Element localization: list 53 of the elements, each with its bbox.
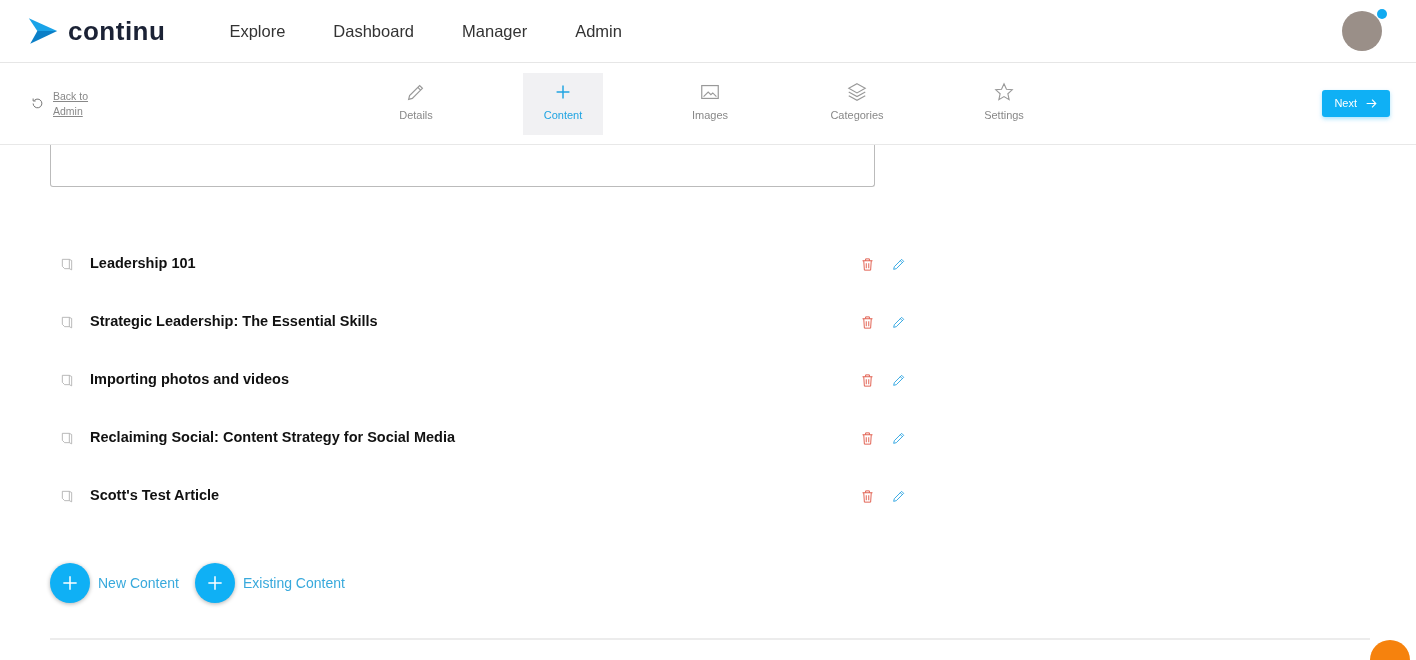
undo-icon[interactable] bbox=[30, 96, 45, 111]
delete-button[interactable] bbox=[860, 430, 875, 446]
delete-button[interactable] bbox=[860, 314, 875, 330]
content-title: Strategic Leadership: The Essential Skills bbox=[90, 312, 379, 332]
document-icon bbox=[60, 372, 74, 388]
step-tab[interactable]: Images bbox=[670, 72, 750, 135]
add-link[interactable]: Existing Content bbox=[242, 572, 345, 594]
nav-link[interactable]: Admin bbox=[575, 18, 622, 44]
text-area-field[interactable] bbox=[50, 145, 875, 187]
star-icon bbox=[993, 80, 1015, 103]
document-icon bbox=[60, 430, 74, 446]
edit-button[interactable] bbox=[891, 488, 907, 504]
add-button[interactable] bbox=[50, 563, 90, 603]
back-link[interactable]: Back to Admin bbox=[53, 88, 113, 119]
add-link[interactable]: New Content bbox=[98, 572, 179, 594]
trash-icon bbox=[860, 256, 875, 272]
edit-button[interactable] bbox=[891, 256, 907, 272]
step-tab[interactable]: Categories bbox=[817, 72, 897, 135]
delete-button[interactable] bbox=[860, 256, 875, 272]
document-icon bbox=[60, 314, 74, 330]
add-button[interactable] bbox=[194, 563, 235, 603]
edit-button[interactable] bbox=[891, 372, 907, 388]
content-title: Importing photos and videos bbox=[90, 370, 290, 390]
content-title: Scott's Test Article bbox=[90, 486, 221, 506]
pencil-icon bbox=[891, 314, 907, 330]
arrow-right-icon bbox=[1365, 97, 1378, 110]
content-title: Leadership 101 bbox=[90, 254, 197, 274]
avatar[interactable] bbox=[1342, 11, 1382, 51]
plus-icon bbox=[60, 573, 80, 593]
edit-button[interactable] bbox=[891, 430, 907, 446]
delete-button[interactable] bbox=[860, 372, 875, 388]
pencil-icon bbox=[891, 488, 907, 504]
pencil-icon bbox=[891, 430, 907, 446]
logo-text[interactable]: continu bbox=[68, 11, 166, 51]
next-button[interactable]: Next bbox=[1322, 90, 1390, 117]
trash-icon bbox=[860, 314, 875, 330]
step-tab[interactable]: Settings bbox=[964, 72, 1044, 135]
edit-button[interactable] bbox=[891, 314, 907, 330]
step-tab[interactable]: Content bbox=[523, 72, 603, 135]
nav-link[interactable]: Dashboard bbox=[333, 18, 415, 44]
delete-button[interactable] bbox=[860, 488, 875, 504]
trash-icon bbox=[860, 488, 875, 504]
document-icon bbox=[60, 256, 74, 272]
pencil-icon bbox=[891, 256, 907, 272]
content-title: Reclaiming Social: Content Strategy for Social Media bbox=[90, 428, 456, 448]
trash-icon bbox=[860, 372, 875, 388]
pencil-icon bbox=[891, 372, 907, 388]
document-icon bbox=[60, 488, 74, 504]
nav-link[interactable]: Manager bbox=[462, 18, 528, 44]
nav-link[interactable]: Explore bbox=[229, 18, 286, 44]
step-tab[interactable]: Details bbox=[376, 72, 456, 135]
layers-icon bbox=[846, 80, 868, 103]
trash-icon bbox=[860, 430, 875, 446]
